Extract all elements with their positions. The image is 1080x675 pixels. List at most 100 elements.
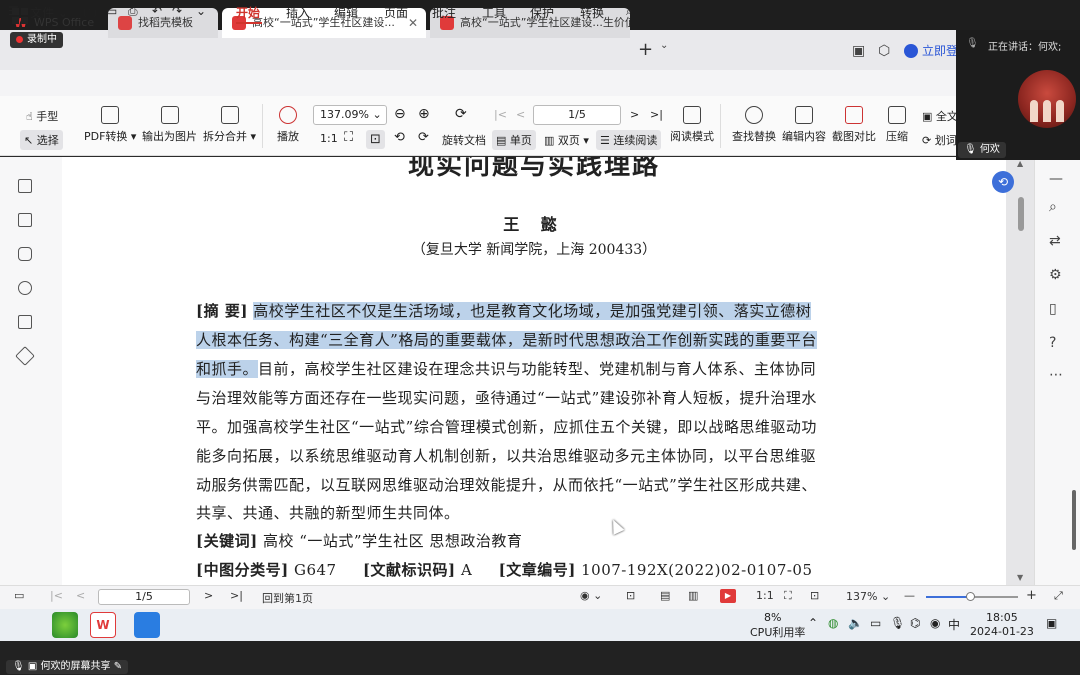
- print-icon[interactable]: ⎙: [128, 4, 138, 19]
- document-scrollbar[interactable]: [1018, 197, 1024, 231]
- actual-size-icon[interactable]: 1:1: [320, 132, 338, 145]
- abstract-line[interactable]: 平。加强高校学生社区“一站式”综合管理模式创新，应抓住五个关键，即以战略思维驱动…: [196, 417, 872, 437]
- menu-start[interactable]: 开始: [236, 4, 260, 21]
- save-icon[interactable]: ▭: [106, 4, 117, 18]
- next-page-icon[interactable]: >: [204, 589, 213, 602]
- signature-icon[interactable]: [18, 315, 32, 329]
- underline-word-button[interactable]: ⟳ 划词: [922, 132, 957, 148]
- fit-page-icon[interactable]: ⛶: [784, 589, 792, 603]
- bookmark-icon[interactable]: [18, 179, 32, 193]
- fit-width-active-icon[interactable]: ⊡: [810, 589, 819, 602]
- search-icon[interactable]: ⌕: [626, 4, 633, 19]
- select-tool-button[interactable]: ↖ 选择: [20, 130, 63, 150]
- menu-convert[interactable]: 转换: [580, 4, 604, 21]
- layers-icon[interactable]: [15, 346, 35, 366]
- microphone-icon[interactable]: 🎙: [890, 616, 905, 630]
- eye-icon[interactable]: ◉ ⌄: [580, 589, 602, 602]
- network-icon[interactable]: ⌬: [910, 616, 920, 630]
- single-page-icon[interactable]: ▤: [660, 589, 670, 602]
- rotate-right-icon[interactable]: ⟳: [418, 130, 429, 145]
- translate-icon[interactable]: ⇄: [1049, 233, 1061, 249]
- help-icon[interactable]: ?: [1049, 335, 1056, 351]
- record-icon[interactable]: ▶: [720, 589, 736, 603]
- rotate-left-icon[interactable]: ⟲: [394, 130, 405, 145]
- double-page-button[interactable]: ▥ 双页 ▾: [544, 132, 589, 148]
- single-page-button[interactable]: ▤ 单页: [492, 130, 536, 150]
- fit-width-icon[interactable]: ⊡: [366, 130, 385, 149]
- right-scrollbar[interactable]: [1072, 490, 1076, 550]
- continuous-read-button[interactable]: ☰ 连续阅读: [596, 130, 662, 150]
- reader-icon[interactable]: ▯: [1049, 301, 1057, 317]
- screenshot-compare-button[interactable]: 截图对比: [832, 106, 876, 144]
- back-to-first-page[interactable]: 回到第1页: [262, 590, 313, 606]
- page-number-input[interactable]: 1/5: [533, 105, 621, 125]
- chevron-down-icon[interactable]: ⌄: [660, 40, 668, 51]
- compress-button[interactable]: 压缩: [886, 106, 908, 144]
- ime-indicator[interactable]: 中: [948, 616, 960, 633]
- notification-icon[interactable]: ▣: [1046, 616, 1057, 630]
- keywords-line[interactable]: [关键词] 高校 “一站式”学生社区 思想政治教育: [196, 531, 872, 551]
- menu-file[interactable]: 文件 ⌄: [30, 4, 68, 21]
- first-page-icon[interactable]: |<: [50, 589, 63, 602]
- play-button[interactable]: 播放: [277, 106, 299, 144]
- export-image-button[interactable]: 输出为图片: [142, 106, 197, 144]
- status-page-input[interactable]: 1/5: [98, 589, 190, 605]
- find-replace-button[interactable]: 查找替换: [732, 106, 776, 144]
- minus-icon[interactable]: —: [1049, 171, 1063, 187]
- abstract-line[interactable]: 动服务供需匹配，以互联网思维驱动治理效能提升，从而依托“一站式”学生社区形成共建…: [196, 475, 872, 495]
- clock-date[interactable]: 2024-01-23: [970, 625, 1034, 638]
- menu-page[interactable]: 页面: [384, 4, 408, 21]
- comment-icon[interactable]: [18, 247, 32, 261]
- first-page-icon[interactable]: |<: [494, 108, 507, 121]
- prev-page-icon[interactable]: <: [76, 589, 85, 602]
- tray-app-icon[interactable]: ◍: [828, 616, 838, 630]
- tray-expand-icon[interactable]: ⌃: [808, 616, 818, 630]
- attachment-icon[interactable]: [18, 281, 32, 295]
- tab-close-icon[interactable]: ✕: [408, 8, 418, 38]
- split-merge-button[interactable]: 拆分合并 ▾: [203, 106, 256, 144]
- menu-protect[interactable]: 保护: [530, 4, 554, 21]
- next-page-icon[interactable]: >: [630, 108, 639, 121]
- rotate-icon[interactable]: ⟳: [455, 106, 467, 122]
- cube-icon[interactable]: ⬡: [878, 43, 890, 59]
- zoom-slider-handle[interactable]: [966, 592, 975, 601]
- fullscreen-icon[interactable]: ⤢: [1054, 589, 1063, 603]
- abstract-line[interactable]: 能多向拓展，以系统思维驱动育人机制创新，以共治思维驱动多元主体协同，以平台思维驱: [196, 446, 872, 466]
- zoom-select[interactable]: 137% ⌄: [846, 590, 890, 603]
- actual-size-icon[interactable]: 1:1: [756, 589, 774, 602]
- menu-insert[interactable]: 插入: [286, 4, 310, 21]
- more-icon[interactable]: ⋯: [1049, 367, 1063, 383]
- new-tab-button[interactable]: +: [638, 38, 653, 62]
- participant-video[interactable]: [1018, 70, 1076, 128]
- edit-content-button[interactable]: 编辑内容: [782, 106, 826, 144]
- scroll-up-icon[interactable]: ▲: [1017, 159, 1023, 168]
- window-layout-icon[interactable]: ▣: [852, 43, 865, 59]
- volume-icon[interactable]: 🔈: [848, 616, 863, 630]
- abstract-line[interactable]: 和抓手。目前，高校学生社区建设在理念共识与功能转型、党建机制与育人体系、主体协同: [196, 359, 872, 379]
- search-icon[interactable]: ⌕: [1049, 199, 1057, 215]
- hand-tool-button[interactable]: ☝ 手型: [26, 108, 58, 124]
- abstract-line[interactable]: [摘 要] 高校学生社区不仅是生活场域，也是教育文化场域，是加强党建引领、落实立…: [196, 301, 872, 321]
- last-page-icon[interactable]: >|: [650, 108, 663, 121]
- meeting-app-icon[interactable]: [134, 612, 160, 638]
- zoom-out-icon[interactable]: ⊖: [394, 106, 406, 122]
- fit-width-icon[interactable]: ⊡: [626, 589, 635, 602]
- rotate-document-button[interactable]: 旋转文档: [442, 132, 486, 148]
- chevron-down-icon[interactable]: ⌄: [196, 4, 206, 18]
- abstract-line[interactable]: 共享、共通、共融的新型师生共同体。: [196, 503, 872, 523]
- battery-icon[interactable]: ▭: [870, 616, 881, 630]
- floating-assistant-button[interactable]: ⟲: [992, 171, 1014, 193]
- classification-line[interactable]: [中图分类号] G647 [文献标识码] A [文章编号] 1007-192X(…: [196, 560, 872, 580]
- undo-icon[interactable]: ↶: [152, 4, 162, 18]
- zoom-input[interactable]: 137.09% ⌄: [313, 105, 387, 125]
- double-page-icon[interactable]: ▥: [688, 589, 698, 602]
- ie-browser-icon[interactable]: [52, 612, 78, 638]
- wps-taskbar-icon[interactable]: W: [90, 612, 116, 638]
- redo-icon[interactable]: ↷: [172, 4, 182, 18]
- read-mode-button[interactable]: 阅读模式: [670, 106, 714, 144]
- document-canvas[interactable]: 现实问题与实践理路 王 懿 （复旦大学 新闻学院，上海 200433） [摘 要…: [62, 157, 1034, 585]
- thumbnail-icon[interactable]: [18, 213, 32, 227]
- windows-start-icon[interactable]: [12, 8, 28, 24]
- settings-sliders-icon[interactable]: ⚙: [1049, 267, 1062, 283]
- fit-page-icon[interactable]: ⛶: [344, 130, 353, 145]
